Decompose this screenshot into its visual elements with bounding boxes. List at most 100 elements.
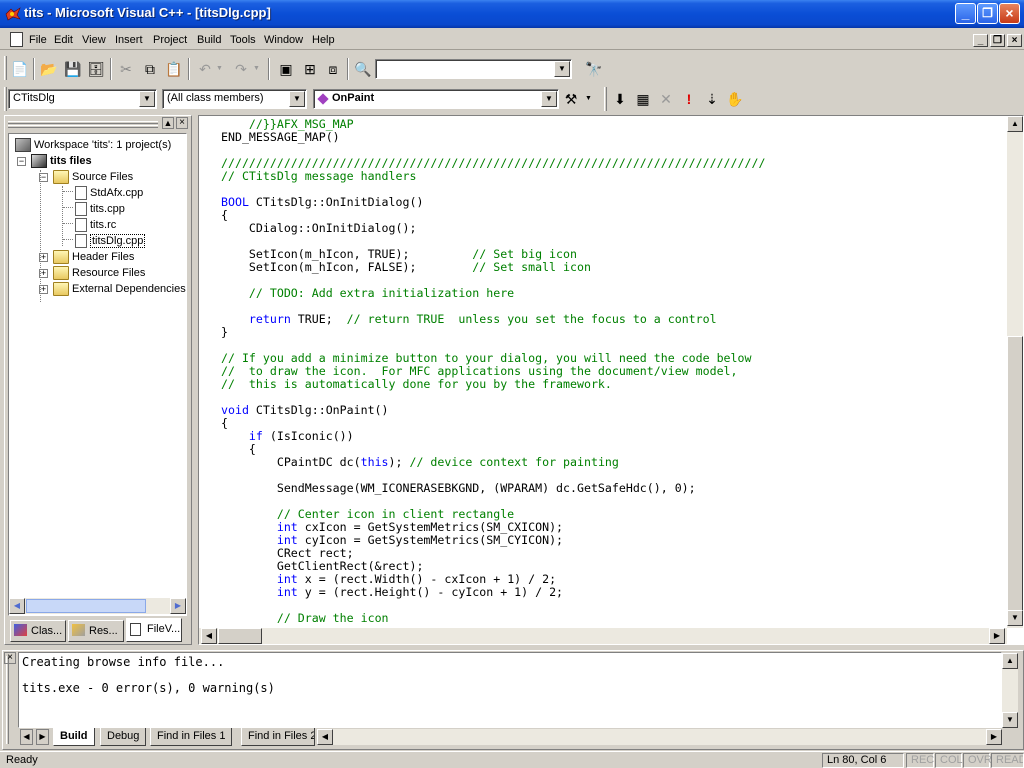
tree-item[interactable]: Source Files — [53, 169, 133, 185]
tab-debug[interactable]: Debug — [100, 728, 147, 746]
redo-icon[interactable]: ↷ — [230, 58, 252, 80]
chevron-down-icon[interactable]: ▼ — [289, 91, 305, 107]
tree-item[interactable]: titsDlg.cpp — [75, 233, 146, 249]
scroll-left-icon[interactable]: ◀ — [317, 729, 333, 745]
editor-horizontal-scrollbar[interactable]: ◀ ▶ — [199, 628, 1007, 644]
find-in-files-icon[interactable]: 🔍 — [352, 58, 374, 80]
scroll-left-icon[interactable]: ◀ — [9, 598, 25, 614]
toolbar-grip[interactable] — [4, 56, 7, 80]
new-text-file-icon[interactable]: 📄 — [9, 58, 31, 80]
tree-item[interactable]: Resource Files — [53, 265, 145, 281]
undo-dropdown-icon[interactable]: ▼ — [216, 65, 223, 72]
tab-scroll-left-icon[interactable]: ◀ — [20, 729, 33, 745]
scroll-right-icon[interactable]: ▶ — [170, 598, 186, 614]
tab-file-view[interactable]: FileV... — [126, 618, 182, 642]
minimize-button[interactable]: _ — [955, 3, 976, 24]
tree-item[interactable]: tits files — [31, 153, 92, 169]
output-horizontal-scrollbar[interactable]: ◀ ▶ — [317, 729, 1002, 745]
panel-maximize-button[interactable]: ▲ — [162, 117, 174, 129]
menu-view[interactable]: View — [82, 34, 106, 46]
class-combo[interactable]: CTitsDlg ▼ — [8, 89, 157, 109]
menu-insert[interactable]: Insert — [115, 34, 143, 46]
build-icon[interactable]: ▦ — [632, 88, 654, 110]
close-button[interactable]: × — [999, 3, 1020, 24]
panel-close-button[interactable]: × — [176, 117, 188, 129]
tree-item[interactable]: tits.rc — [75, 217, 116, 233]
paste-icon[interactable]: 📋 — [163, 58, 185, 80]
open-icon[interactable]: 📂 — [38, 58, 60, 80]
scroll-right-icon[interactable]: ▶ — [989, 628, 1005, 644]
scroll-thumb[interactable] — [218, 628, 262, 644]
scroll-thumb[interactable] — [26, 599, 146, 613]
menu-project[interactable]: Project — [153, 34, 187, 46]
save-all-icon[interactable]: 🗄 — [85, 58, 107, 80]
mdi-restore-button[interactable]: ❐ — [990, 34, 1005, 47]
source-editor[interactable]: //}}AFX_MSG_MAP END_MESSAGE_MAP()////////… — [198, 115, 1024, 645]
find-icon[interactable]: 🔭 — [583, 58, 605, 80]
insert-breakpoint-icon[interactable]: ✋ — [724, 88, 746, 110]
window-list-icon[interactable]: ⧈ — [322, 58, 344, 80]
member-combo[interactable]: OnPaint ▼ — [313, 89, 559, 109]
tab-find-in-files-1[interactable]: Find in Files 1 — [150, 728, 233, 746]
output-window-icon[interactable]: ⊞ — [299, 58, 321, 80]
panel-grip[interactable] — [8, 125, 158, 128]
toolbar-grip[interactable] — [4, 87, 7, 111]
tab-build[interactable]: Build — [53, 728, 95, 746]
tree-item[interactable]: Header Files — [53, 249, 134, 265]
tree-item[interactable]: tits.cpp — [75, 201, 125, 217]
wizard-dropdown-icon[interactable]: ▼ — [585, 95, 592, 102]
scroll-thumb[interactable] — [1007, 336, 1023, 626]
undo-icon[interactable]: ↶ — [194, 58, 216, 80]
title-bar[interactable]: tits - Microsoft Visual C++ - [titsDlg.c… — [0, 0, 1024, 28]
menu-edit[interactable]: Edit — [54, 34, 73, 46]
go-icon[interactable]: ⇣ — [701, 88, 723, 110]
mdi-minimize-button[interactable]: _ — [973, 34, 988, 47]
tab-resource-view[interactable]: Res... — [68, 620, 124, 642]
execute-icon[interactable]: ! — [678, 88, 700, 110]
scroll-down-icon[interactable]: ▼ — [1002, 712, 1018, 728]
document-icon[interactable] — [10, 32, 23, 47]
workspace-window-icon[interactable]: ▣ — [275, 58, 297, 80]
chevron-down-icon[interactable]: ▼ — [541, 91, 557, 107]
code-text-area[interactable]: //}}AFX_MSG_MAP END_MESSAGE_MAP()////////… — [199, 116, 1007, 626]
scroll-up-icon[interactable]: ▲ — [1007, 116, 1023, 132]
tree-item[interactable]: Workspace 'tits': 1 project(s) — [15, 137, 171, 153]
menu-help[interactable]: Help — [312, 34, 335, 46]
collapse-icon[interactable]: − — [17, 157, 26, 166]
wizard-bar-actions-icon[interactable]: ⚒ — [560, 88, 582, 110]
tab-scroll-right-icon[interactable]: ▶ — [36, 729, 49, 745]
filter-combo[interactable]: (All class members) ▼ — [162, 89, 307, 109]
scroll-up-icon[interactable]: ▲ — [1002, 653, 1018, 669]
output-vertical-scrollbar[interactable]: ▲ ▼ — [1002, 653, 1018, 728]
scroll-down-icon[interactable]: ▼ — [1007, 610, 1023, 626]
menu-tools[interactable]: Tools — [230, 34, 256, 46]
scroll-left-icon[interactable]: ◀ — [201, 628, 217, 644]
mdi-close-button[interactable]: × — [1007, 34, 1022, 47]
output-close-button[interactable]: × — [4, 652, 16, 664]
find-combo[interactable]: ▼ — [375, 59, 572, 79]
tab-find-in-files-2[interactable]: Find in Files 2 — [241, 728, 315, 746]
menu-window[interactable]: Window — [264, 34, 303, 46]
stop-build-icon[interactable]: ✕ — [655, 88, 677, 110]
copy-icon[interactable]: ⧉ — [139, 58, 161, 80]
cut-icon[interactable]: ✂ — [115, 58, 137, 80]
panel-grip[interactable] — [8, 121, 158, 124]
file-view-tree[interactable]: Workspace 'tits': 1 project(s) tits files… — [8, 133, 187, 616]
tree-item[interactable]: External Dependencies — [53, 281, 186, 297]
panel-grip[interactable] — [6, 656, 9, 744]
menu-build[interactable]: Build — [197, 34, 221, 46]
compile-icon[interactable]: ⬇ — [609, 88, 631, 110]
scroll-right-icon[interactable]: ▶ — [986, 729, 1002, 745]
chevron-down-icon[interactable]: ▼ — [554, 61, 570, 77]
chevron-down-icon[interactable]: ▼ — [139, 91, 155, 107]
restore-button[interactable]: ❐ — [977, 3, 998, 24]
editor-vertical-scrollbar[interactable]: ▲ ▼ — [1007, 116, 1023, 628]
redo-dropdown-icon[interactable]: ▼ — [253, 65, 260, 72]
tab-class-view[interactable]: Clas... — [10, 620, 66, 642]
output-text-area[interactable]: Creating browse info file... tits.exe - 0… — [18, 652, 1002, 728]
menu-file[interactable]: File — [29, 34, 47, 46]
visual-cpp-app-icon[interactable] — [5, 6, 21, 22]
tree-horizontal-scrollbar[interactable]: ◀ ▶ — [9, 598, 186, 614]
toolbar-grip[interactable] — [604, 87, 607, 111]
save-icon[interactable]: 💾 — [62, 58, 84, 80]
